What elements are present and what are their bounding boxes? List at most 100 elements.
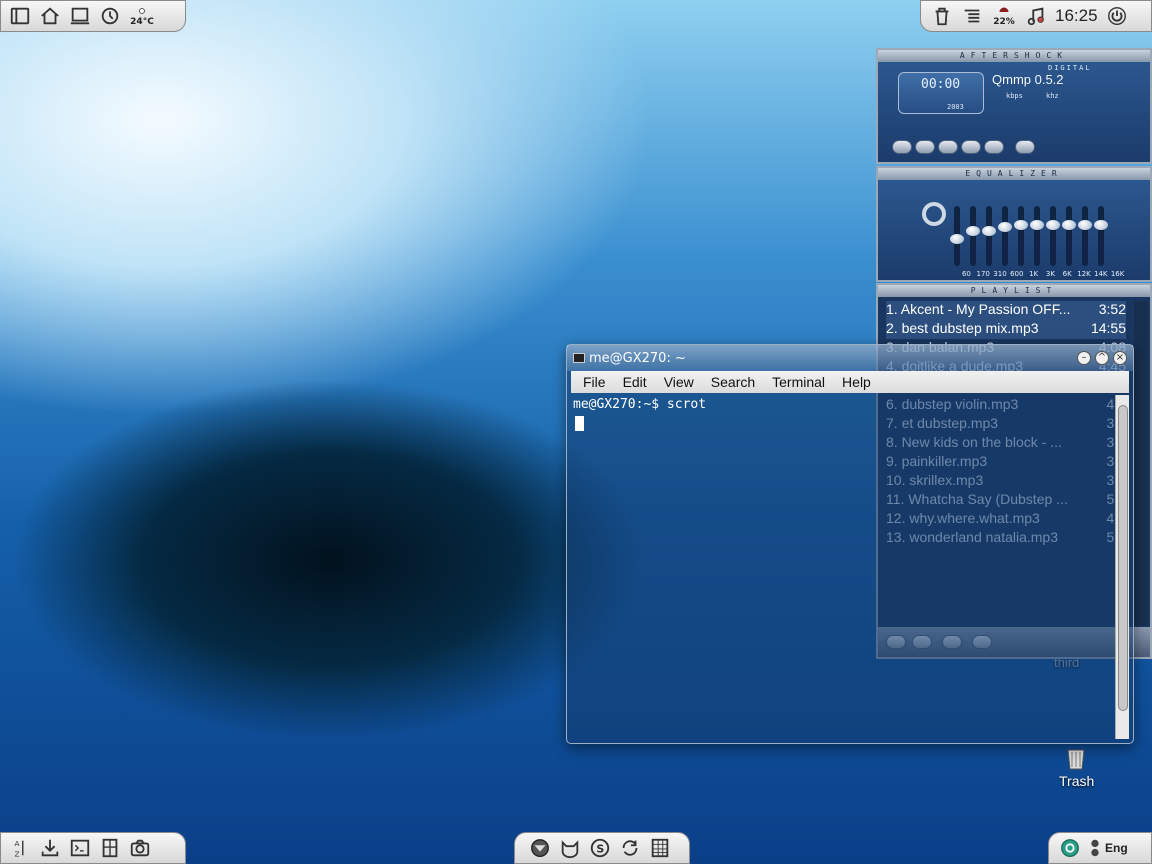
- eq-band-labels: 60 170 310 600 1K 3K 6K 12K 14K 16K: [958, 270, 1126, 278]
- keyboard-indicator-icon[interactable]: [1087, 835, 1103, 861]
- terminal-output[interactable]: me@GX270:~$ scrot: [571, 395, 1115, 739]
- spreadsheet-icon[interactable]: [647, 835, 673, 861]
- qmmp-time-display[interactable]: 00:00: [921, 77, 960, 92]
- eq-slider-knob[interactable]: [966, 226, 980, 236]
- qmmp-eq-titlebar[interactable]: EQUALIZER: [878, 168, 1150, 180]
- playlist-item[interactable]: 2. best dubstep mix.mp3 14:55: [886, 320, 1126, 339]
- next-button[interactable]: [984, 140, 1004, 154]
- qmmp-digital-label: DIGITAL: [1048, 64, 1092, 72]
- qmmp-main-titlebar[interactable]: AFTERSHOCK: [878, 50, 1150, 62]
- menu-view[interactable]: View: [664, 374, 694, 390]
- qmmp-controls: [892, 140, 1035, 154]
- show-desktop-icon[interactable]: [67, 3, 93, 29]
- playlist-item[interactable]: 1. Akcent - My Passion OFF... 3:52: [886, 301, 1126, 320]
- eq-slider-170[interactable]: [966, 206, 980, 266]
- eq-band-label: 6K: [1062, 270, 1072, 278]
- eq-band-label: 60: [961, 270, 971, 278]
- svg-text:A: A: [15, 839, 20, 848]
- qmmp-equalizer-window: EQUALIZER 60 170 310 600 1K 3K 6K 12K 14K 16K: [876, 166, 1152, 282]
- maximize-icon[interactable]: ^: [1095, 351, 1109, 365]
- eq-preamp-knob-icon[interactable]: [922, 202, 946, 226]
- keyboard-layout[interactable]: Eng: [1105, 841, 1128, 855]
- task-list-icon[interactable]: [959, 3, 985, 29]
- eq-slider-16k[interactable]: [1094, 206, 1108, 266]
- eq-band-label: 14K: [1094, 270, 1108, 278]
- eq-slider-1k[interactable]: [1014, 206, 1028, 266]
- eq-slider-knob[interactable]: [982, 226, 996, 236]
- eq-slider-12k[interactable]: [1062, 206, 1076, 266]
- terminal-titlebar[interactable]: me@GX270: ~ – ^ ×: [567, 345, 1133, 371]
- weather-temperature: 24°C: [130, 17, 154, 27]
- terminal-launcher-icon[interactable]: [67, 835, 93, 861]
- calculator-icon[interactable]: [97, 835, 123, 861]
- terminal-scroll-thumb[interactable]: [1118, 405, 1128, 711]
- power-icon[interactable]: [1104, 3, 1130, 29]
- browser-icon[interactable]: [527, 835, 553, 861]
- playlist-item-duration: 14:55: [1090, 320, 1126, 336]
- eq-slider-knob[interactable]: [1062, 220, 1076, 230]
- eq-band-label: 16K: [1110, 270, 1125, 278]
- menu-terminal[interactable]: Terminal: [772, 374, 825, 390]
- battery-icon[interactable]: 22%: [989, 3, 1019, 29]
- eq-slider-60[interactable]: [950, 206, 964, 266]
- eq-slider-knob[interactable]: [950, 234, 964, 244]
- eq-slider-14k[interactable]: [1078, 206, 1092, 266]
- eq-slider-knob[interactable]: [1014, 220, 1028, 230]
- top-left-panel: 24°C: [0, 0, 186, 32]
- svg-text:Z: Z: [15, 849, 20, 858]
- eq-band-label: 1K: [1029, 270, 1039, 278]
- download-icon[interactable]: [37, 835, 63, 861]
- sort-az-icon[interactable]: AZ: [7, 835, 33, 861]
- eq-slider-knob[interactable]: [1078, 220, 1092, 230]
- update-icon[interactable]: [617, 835, 643, 861]
- pause-button[interactable]: [938, 140, 958, 154]
- stop-button[interactable]: [961, 140, 981, 154]
- qmmp-lcd: 00:00 2003: [898, 72, 984, 114]
- bottom-center-panel: S: [514, 832, 690, 864]
- menu-file[interactable]: File: [583, 374, 606, 390]
- menu-edit[interactable]: Edit: [623, 374, 647, 390]
- eject-button[interactable]: [1015, 140, 1035, 154]
- terminal-scrollbar[interactable]: [1115, 395, 1129, 739]
- menu-icon[interactable]: [7, 3, 33, 29]
- desktop-trash-icon[interactable]: [1066, 746, 1086, 770]
- camera-icon[interactable]: [127, 835, 153, 861]
- home-icon[interactable]: [37, 3, 63, 29]
- skype-icon[interactable]: S: [587, 835, 613, 861]
- trash-applet-icon[interactable]: [929, 3, 955, 29]
- network-icon[interactable]: [1057, 835, 1083, 861]
- qmmp-song-title: Qmmp 0.5.2: [992, 72, 1064, 87]
- playlist-scrollbar[interactable]: [1134, 301, 1148, 625]
- eq-band-label: 170: [976, 270, 990, 278]
- chat-cat-icon[interactable]: [557, 835, 583, 861]
- desktop-trash-label[interactable]: Trash: [1059, 773, 1094, 789]
- eq-slider-knob[interactable]: [1046, 220, 1060, 230]
- menu-help[interactable]: Help: [842, 374, 871, 390]
- close-icon[interactable]: ×: [1113, 351, 1127, 365]
- eq-band-label: 310: [993, 270, 1007, 278]
- eq-slider-knob[interactable]: [1030, 220, 1044, 230]
- play-button[interactable]: [915, 140, 935, 154]
- qmmp-khz-label: khz: [1046, 92, 1059, 100]
- music-note-icon[interactable]: [1023, 3, 1049, 29]
- minimize-icon[interactable]: –: [1077, 351, 1091, 365]
- terminal-prompt-line: me@GX270:~$ scrot: [573, 397, 707, 412]
- eq-slider-6k[interactable]: [1046, 206, 1060, 266]
- eq-slider-600[interactable]: [998, 206, 1012, 266]
- previous-button[interactable]: [892, 140, 912, 154]
- qmmp-year-label: 2003: [947, 103, 964, 111]
- qmmp-kbps-label: kbps: [1006, 92, 1023, 100]
- menu-search[interactable]: Search: [711, 374, 755, 390]
- terminal-menubar: File Edit View Search Terminal Help: [571, 371, 1129, 393]
- bottom-left-panel: AZ: [0, 832, 186, 864]
- playlist-item-duration: 3:52: [1098, 301, 1126, 317]
- eq-slider-3k[interactable]: [1030, 206, 1044, 266]
- weather-icon[interactable]: 24°C: [127, 3, 157, 29]
- terminal-cursor: [575, 416, 584, 431]
- clock-applet-icon[interactable]: [97, 3, 123, 29]
- panel-clock[interactable]: 16:25: [1055, 6, 1098, 26]
- qmmp-playlist-titlebar[interactable]: PLAYLIST: [878, 285, 1150, 297]
- eq-slider-knob[interactable]: [998, 222, 1012, 232]
- eq-slider-knob[interactable]: [1094, 220, 1108, 230]
- eq-slider-310[interactable]: [982, 206, 996, 266]
